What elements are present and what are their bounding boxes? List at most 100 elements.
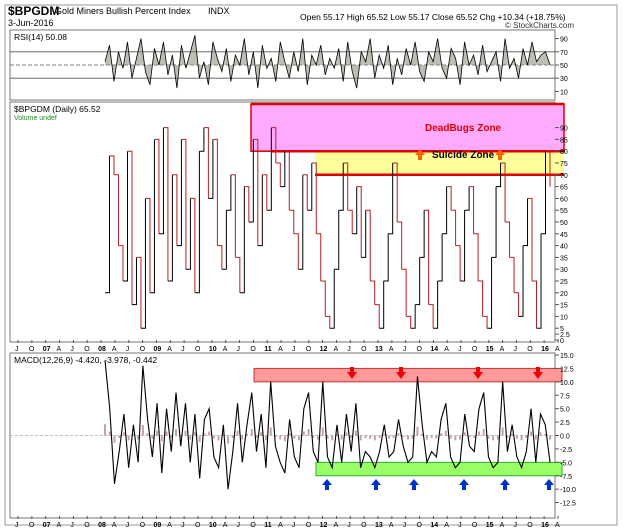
macd-x-tick-label: 15: [486, 522, 494, 529]
macd-histogram-bar: [496, 435, 499, 440]
price-x-tick-label: O: [140, 346, 146, 353]
chart-name: Gold Miners Bullish Percent Index: [55, 6, 191, 16]
price-label: $BPGDM (Daily) 65.52: [14, 104, 101, 114]
macd-histogram-bar: [165, 431, 168, 436]
chart-frame: [4, 4, 618, 526]
price-y-tick-label: 55: [560, 208, 568, 215]
macd-x-tick-label: J: [15, 522, 19, 529]
price-x-tick-label: A: [167, 346, 172, 353]
macd-histogram-bar: [482, 429, 485, 436]
price-y-tick-label: 45: [560, 232, 568, 239]
macd-histogram-bar: [392, 435, 395, 438]
macd-histogram-bar: [198, 435, 201, 442]
rsi-y-tick-label: 10: [560, 89, 568, 96]
macd-top-band: [253, 367, 563, 383]
macd-histogram-bar: [302, 431, 305, 436]
price-x-tick-label: J: [292, 346, 296, 353]
macd-histogram-bar: [307, 429, 310, 436]
price-x-tick-label: J: [126, 346, 129, 353]
price-x-tick-label: J: [70, 346, 74, 353]
macd-histogram-bar: [317, 435, 320, 440]
price-x-tick-label: 09: [153, 346, 161, 353]
macd-histogram-bar: [118, 435, 121, 438]
macd-x-tick-label: 08: [98, 522, 106, 529]
price-x-tick-label: O: [29, 346, 35, 353]
macd-histogram-bar: [340, 435, 343, 440]
macd-histogram-bar: [345, 432, 348, 436]
macd-histogram-bar: [227, 435, 230, 444]
macd-histogram-bar: [236, 430, 239, 436]
price-x-tick-label: 11: [264, 346, 272, 353]
chart-date: 3-Jun-2016: [8, 18, 54, 28]
price-sublabel: Volume undef: [14, 115, 57, 122]
macd-y-tick-label: 10.0: [560, 380, 574, 387]
suicide-zone-label: Suicide Zone: [432, 150, 495, 161]
macd-histogram-bar: [373, 435, 376, 441]
macd-x-tick-label: J: [458, 522, 462, 529]
macd-histogram-bar: [321, 427, 324, 436]
macd-histogram-bar: [151, 435, 154, 439]
price-x-tick-label: J: [15, 346, 19, 353]
macd-histogram-bar: [539, 432, 542, 436]
macd-x-tick-label: O: [84, 522, 90, 529]
macd-x-tick-label: O: [306, 522, 312, 529]
macd-histogram-bar: [354, 430, 357, 436]
macd-histogram-bar: [279, 435, 282, 440]
macd-histogram-bar: [383, 433, 386, 436]
rsi-y-tick-label: 30: [560, 76, 568, 83]
macd-histogram-bar: [359, 435, 362, 441]
price-x-tick-label: 13: [375, 346, 383, 353]
macd-histogram-bar: [406, 435, 409, 440]
macd-x-tick-label: J: [126, 522, 129, 529]
macd-histogram-bar: [269, 427, 272, 436]
macd-histogram-bar: [156, 430, 159, 436]
macd-x-tick-label: O: [140, 522, 146, 529]
macd-y-tick-label: 7.5: [560, 393, 570, 400]
price-x-tick-label: O: [361, 346, 367, 353]
macd-histogram-bar: [208, 431, 211, 436]
macd-histogram-bar: [217, 435, 220, 441]
price-x-tick-label: A: [223, 346, 228, 353]
price-x-tick-label: O: [250, 346, 256, 353]
macd-x-tick-label: 11: [264, 522, 272, 529]
price-x-tick-label: A: [333, 346, 338, 353]
macd-histogram-bar: [520, 435, 523, 441]
stock-chart: $BPGDM Gold Miners Bullish Percent Index…: [4, 4, 618, 529]
macd-histogram-bar: [122, 432, 125, 436]
macd-label: MACD(12,26,9) -4.420, -3.978, -0.442: [14, 355, 157, 365]
price-x-tick-label: A: [555, 346, 560, 353]
price-x-tick-label: A: [389, 346, 394, 353]
macd-histogram-bar: [364, 435, 367, 438]
macd-x-tick-label: O: [472, 522, 478, 529]
price-x-tick-label: J: [347, 346, 351, 353]
chart-symbol: $BPGDM: [8, 4, 59, 18]
macd-y-tick-label: 15.0: [560, 353, 574, 360]
macd-y-tick-label: -10.0: [560, 487, 576, 494]
price-x-tick-label: J: [181, 346, 185, 353]
macd-y-tick-label: -5.0: [560, 460, 572, 467]
rsi-label: RSI(14) 50.08: [14, 32, 67, 42]
macd-histogram-bar: [440, 433, 443, 436]
macd-histogram-bar: [104, 424, 106, 436]
price-x-tick-label: O: [417, 346, 423, 353]
deadbugs-zone-label: DeadBugs Zone: [425, 123, 502, 134]
rsi-y-tick-label: 90: [560, 37, 568, 44]
macd-histogram-bar: [193, 432, 196, 436]
macd-y-tick-label: -2.5: [560, 447, 572, 454]
price-y-tick-label: 50: [560, 220, 568, 227]
macd-histogram-bar: [298, 435, 301, 441]
macd-y-tick-label: 12.5: [560, 366, 574, 373]
price-x-tick-label: O: [527, 346, 533, 353]
price-x-tick-label: A: [57, 346, 62, 353]
price-y-tick-label: 35: [560, 255, 568, 262]
macd-x-tick-label: A: [333, 522, 338, 529]
macd-histogram-bar: [264, 435, 267, 441]
macd-histogram-bar: [534, 435, 537, 440]
price-y-tick-label: 30: [560, 267, 568, 274]
macd-x-tick-label: 16: [541, 522, 549, 529]
macd-x-tick-label: O: [417, 522, 423, 529]
macd-histogram-bar: [113, 435, 116, 443]
macd-histogram-bar: [127, 435, 130, 441]
price-x-tick-label: 15: [486, 346, 494, 353]
macd-histogram-bar: [487, 435, 490, 439]
